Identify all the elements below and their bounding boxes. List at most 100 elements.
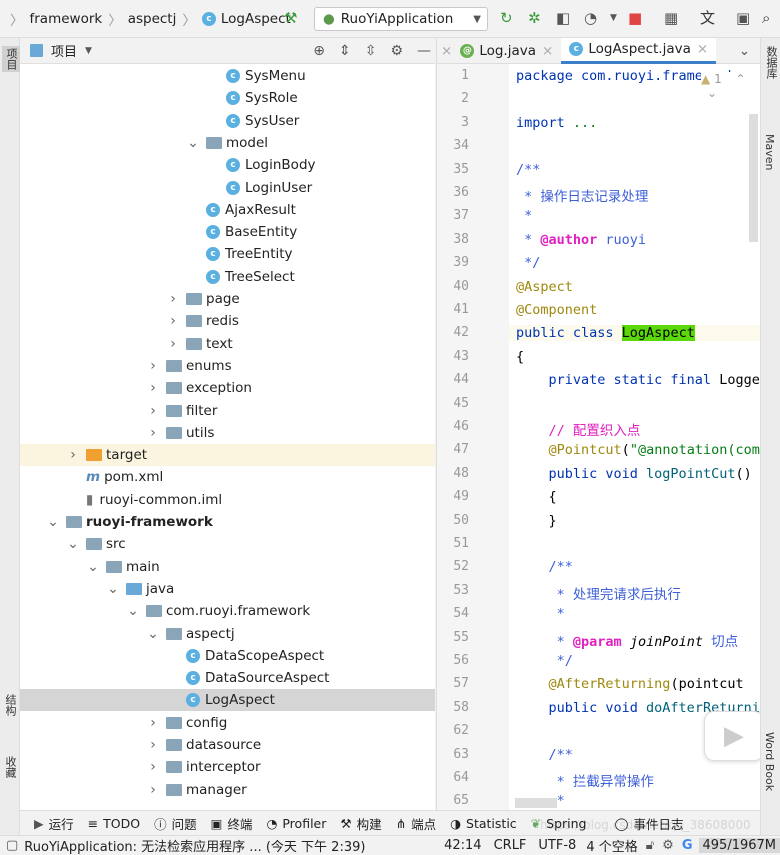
tree-item[interactable]: c TreeEntity (20, 243, 435, 265)
video-play-overlay-icon[interactable]: ▶ (704, 711, 764, 761)
structure-tool-tab[interactable]: 结构 (2, 694, 18, 716)
chevron-right-icon[interactable]: › (146, 715, 160, 731)
file-encoding[interactable]: UTF-8 (538, 838, 576, 853)
tree-item[interactable]: › interceptor (20, 756, 435, 778)
tree-item[interactable]: ⌄ src (20, 533, 435, 555)
tool-terminal[interactable]: ▣ 终端 (211, 814, 253, 833)
chevron-down-icon[interactable]: ⌄ (86, 559, 100, 575)
inspection-widget[interactable]: ▲ 1 ⌃ ⌄ (701, 72, 760, 100)
line-separator[interactable]: CRLF (494, 838, 527, 853)
tree-item[interactable]: › redis (20, 310, 435, 332)
tool-build[interactable]: ⚒ 构建 (340, 814, 381, 833)
tree-item[interactable]: c LoginBody (20, 154, 435, 176)
tree-item[interactable]: › filter (20, 400, 435, 422)
search-icon[interactable]: ⌕ (762, 9, 770, 27)
tree-item[interactable]: ⌄ java (20, 578, 435, 600)
tool-run[interactable]: ▶ 运行 (34, 814, 74, 833)
tree-item[interactable]: c SysRole (20, 87, 435, 109)
maven-tool-tab[interactable]: Maven (763, 134, 776, 170)
chevron-down-icon[interactable]: ⌄ (186, 135, 200, 151)
stop-icon[interactable]: ■ (628, 9, 642, 27)
terminal-window-icon[interactable]: ▣ (736, 9, 750, 27)
settings-icon[interactable]: ⚙ (662, 838, 674, 853)
tree-item[interactable]: ⌄ main (20, 556, 435, 578)
expand-all-icon[interactable]: ⇕ (339, 43, 351, 59)
google-icon[interactable]: G (682, 838, 693, 853)
tree-item[interactable]: ⌄ ruoyi-framework (20, 511, 435, 533)
tool-statistic[interactable]: ◑ Statistic (450, 816, 517, 831)
tab-logaspect-java[interactable]: c LogAspect.java × (561, 37, 717, 64)
status-message[interactable]: RuoYiApplication: 无法检索应用程序 ... (今天 下午 2:… (24, 836, 365, 855)
indent-setting[interactable]: 4 个空格 (586, 836, 637, 855)
tree-item[interactable]: › target (20, 444, 435, 467)
chevron-down-icon[interactable]: ⌄ (66, 536, 80, 552)
locate-icon[interactable]: ⊕ (313, 43, 325, 59)
collapse-all-icon[interactable]: ⇳ (365, 43, 377, 59)
status-toggle-icon[interactable]: ▢ (6, 838, 18, 853)
tree-item[interactable]: c AjaxResult (20, 199, 435, 221)
project-panel-title[interactable]: 项目 (51, 41, 77, 60)
profile-icon[interactable]: ◔ (584, 9, 597, 27)
chevron-down-icon[interactable]: ⌄ (46, 514, 60, 530)
horizontal-scrollbar[interactable] (515, 798, 557, 808)
tool-endpoints[interactable]: ⋔ 端点 (396, 814, 437, 833)
memory-indicator[interactable]: 495/1967M (698, 838, 780, 853)
chevron-right-icon[interactable]: › (166, 336, 180, 352)
project-structure-icon[interactable]: ▦ (664, 9, 678, 27)
tool-problems[interactable]: ⓘ 问题 (154, 814, 197, 833)
tree-item[interactable]: ⌄ aspectj (20, 623, 435, 645)
tree-item[interactable]: › enums (20, 355, 435, 377)
tree-item[interactable]: c LoginUser (20, 177, 435, 199)
breadcrumb-item[interactable]: LogAspect (221, 11, 291, 27)
tool-profiler[interactable]: ◔ Profiler (266, 816, 326, 831)
tree-item[interactable]: › exception (20, 377, 435, 399)
tree-item[interactable]: c DataScopeAspect (20, 645, 435, 667)
tree-item[interactable]: ⌄ com.ruoyi.framework (20, 600, 435, 622)
run-config-select[interactable]: ● RuoYiApplication ▼ (314, 7, 488, 31)
tree-item[interactable]: c SysUser (20, 110, 435, 132)
tree-item[interactable]: › config (20, 712, 435, 734)
chevron-down-icon[interactable]: ▼ (85, 46, 92, 56)
chevron-right-icon[interactable]: › (146, 782, 160, 798)
tabs-overflow-chevron-icon[interactable]: ⌄ (739, 43, 750, 59)
close-icon[interactable]: × (441, 43, 452, 59)
tree-item[interactable]: m pom.xml (20, 466, 435, 488)
vertical-scrollbar[interactable] (749, 114, 758, 242)
rerun-icon[interactable]: ↻ (500, 9, 513, 27)
tree-item[interactable]: › utils (20, 422, 435, 444)
tree-item[interactable]: c TreeSelect (20, 266, 435, 288)
breadcrumb-item[interactable]: framework (30, 11, 103, 27)
chevron-right-icon[interactable]: › (146, 403, 160, 419)
lock-icon[interactable]: 🔓︎ (646, 838, 654, 853)
chevron-down-icon[interactable]: ⌄ (146, 626, 160, 642)
coverage-icon[interactable]: ◧ (556, 9, 570, 27)
minimize-icon[interactable]: — (417, 43, 431, 59)
breadcrumb-item[interactable]: aspectj (128, 11, 177, 27)
database-tool-tab[interactable]: 数据库 (763, 46, 779, 79)
caret-position[interactable]: 42:14 (444, 838, 481, 853)
tree-item[interactable]: c BaseEntity (20, 221, 435, 243)
chevron-right-icon[interactable]: › (146, 759, 160, 775)
tree-item[interactable]: › manager (20, 779, 435, 801)
tree-item[interactable]: › text (20, 333, 435, 355)
wordbook-tool-tab[interactable]: Word Book (763, 732, 776, 791)
prev-highlight-icon[interactable]: ⌃ (736, 72, 746, 86)
chevron-right-icon[interactable]: › (146, 380, 160, 396)
translate-icon[interactable]: 文 (700, 9, 715, 27)
project-tool-tab[interactable]: 项目 (2, 46, 20, 72)
chevron-right-icon[interactable]: › (66, 447, 80, 463)
tree-item[interactable]: ▮ ruoyi-common.iml (20, 489, 435, 511)
chevron-down-icon[interactable]: ⌄ (126, 603, 140, 619)
chevron-right-icon[interactable]: › (166, 313, 180, 329)
close-icon[interactable]: × (697, 41, 708, 57)
build-hammer-icon[interactable]: ⚒ (284, 9, 297, 27)
gear-icon[interactable]: ⚙ (390, 43, 403, 59)
tree-item[interactable]: c SysMenu (20, 65, 435, 87)
chevron-right-icon[interactable]: › (146, 425, 160, 441)
next-highlight-icon[interactable]: ⌄ (707, 86, 717, 100)
chevron-right-icon[interactable]: › (146, 737, 160, 753)
close-icon[interactable]: × (542, 43, 553, 59)
more-run-chevron-icon[interactable]: ▼ (610, 9, 617, 27)
tool-todo[interactable]: ≡ TODO (88, 816, 140, 831)
chevron-right-icon[interactable]: › (146, 358, 160, 374)
